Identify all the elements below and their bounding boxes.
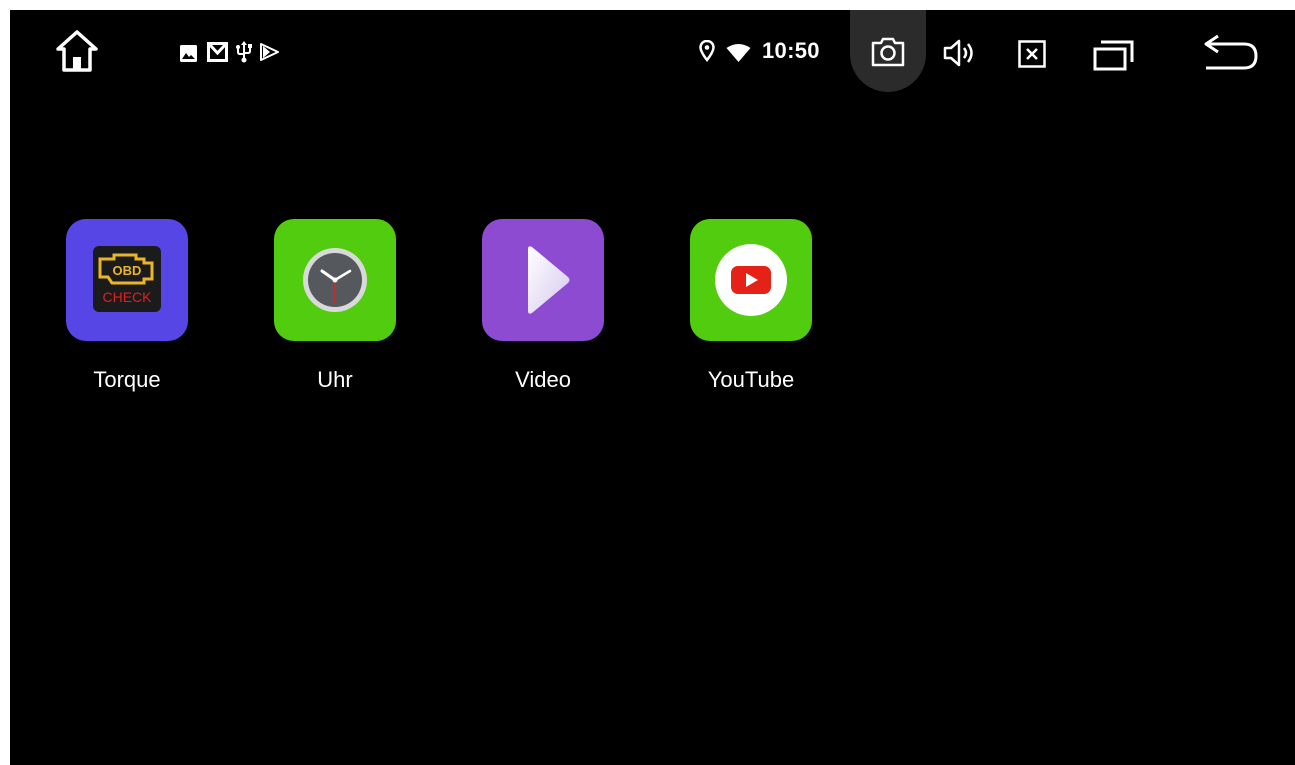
check-text: CHECK (102, 289, 152, 305)
app-label: Video (515, 367, 571, 392)
app-youtube[interactable]: YouTube (666, 219, 836, 399)
app-tile[interactable]: OBD CHECK (66, 219, 188, 341)
obd-text: OBD (113, 263, 142, 278)
app-label: Uhr (317, 367, 353, 392)
youtube-icon (715, 244, 787, 316)
launcher-screen: 10:50 OBD CHECK Torque Uhr Video YouTube (10, 10, 1295, 765)
app-tile[interactable] (690, 219, 812, 341)
gmail-icon (207, 42, 228, 62)
status-bar: 10:50 (10, 10, 1295, 100)
close-app-icon[interactable] (1018, 40, 1046, 68)
volume-icon[interactable] (943, 39, 979, 67)
app-tile[interactable] (274, 219, 396, 341)
camera-icon (871, 37, 905, 67)
app-label: YouTube (707, 367, 795, 392)
app-tile[interactable] (482, 219, 604, 341)
usb-icon (236, 41, 252, 63)
recent-apps-icon[interactable] (1093, 37, 1135, 71)
location-icon (699, 40, 715, 62)
app-video[interactable]: Video (458, 219, 628, 399)
image-icon (180, 45, 197, 62)
play-store-icon (260, 43, 279, 61)
torque-obd-check-icon: OBD CHECK (93, 246, 161, 312)
wifi-icon (726, 44, 751, 62)
app-uhr[interactable]: Uhr (250, 219, 420, 399)
app-torque[interactable]: OBD CHECK Torque (42, 219, 212, 399)
clock-icon (303, 248, 367, 312)
home-icon[interactable] (54, 28, 100, 74)
app-label: Torque (93, 367, 161, 392)
screenshot-button[interactable] (850, 10, 926, 92)
back-icon[interactable] (1200, 32, 1260, 72)
status-clock: 10:50 (762, 38, 820, 63)
video-play-icon (528, 246, 570, 314)
